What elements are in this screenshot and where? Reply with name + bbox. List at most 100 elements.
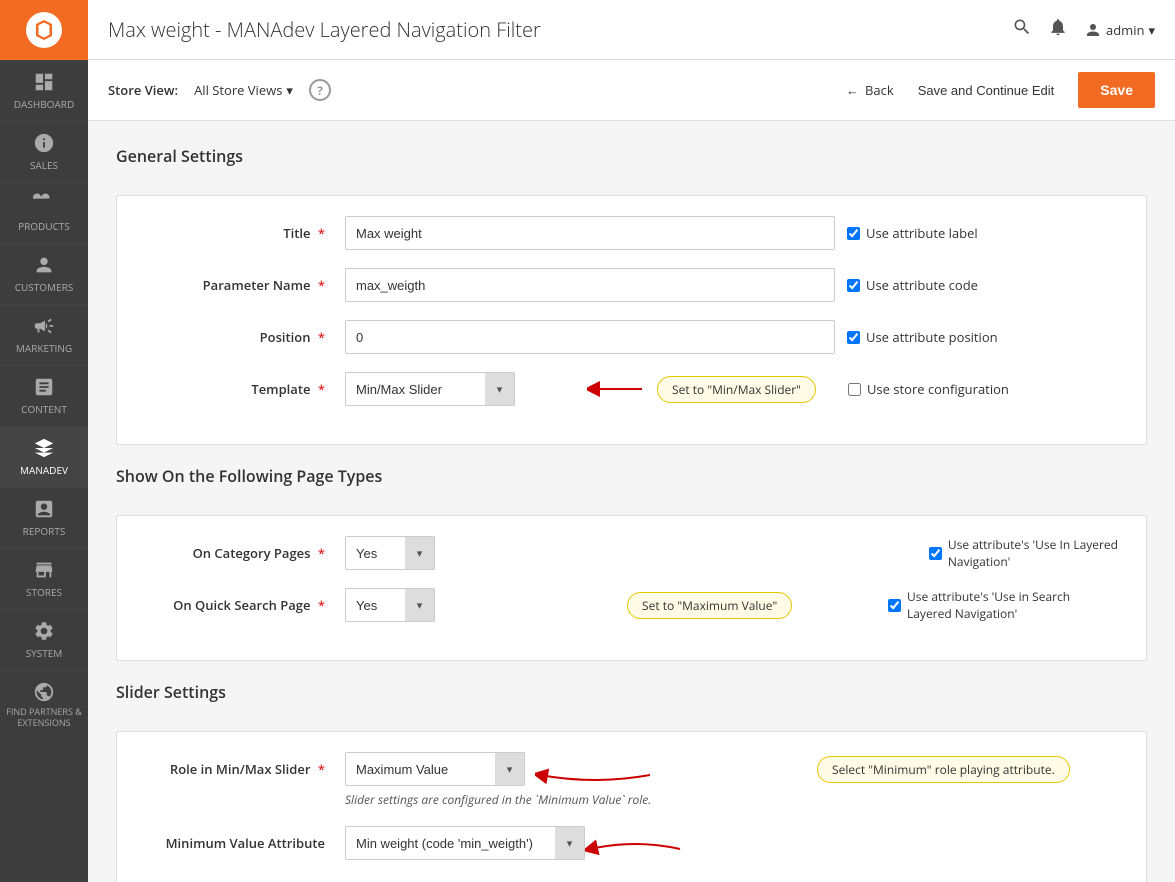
store-view-dropdown[interactable]: All Store Views ▾ [194,81,293,99]
back-arrow-icon: ← [846,81,859,99]
min-attr-select-arrow: ▾ [555,826,585,860]
save-continue-button[interactable]: Save and Continue Edit [906,75,1067,106]
category-layered-checkbox[interactable] [929,547,942,560]
title-checkbox[interactable] [847,227,860,240]
position-checkbox-label[interactable]: Use attribute position [847,328,998,346]
template-checkbox[interactable] [848,383,861,396]
sidebar-item-system-label: SYSTEM [26,646,63,660]
template-label: Template * [145,380,345,398]
template-annotation-area: Set to "Min/Max Slider" [587,376,816,403]
sidebar-item-content-label: CONTENT [21,402,67,416]
topbar: Max weight - MANAdev Layered Navigation … [88,0,1175,60]
quick-search-checkbox-group: Use attribute's 'Use in Search Layered N… [888,588,1118,622]
sidebar-item-sales-label: SALES [30,158,58,172]
role-row: Role in Min/Max Slider * Maximum Value M… [145,752,1118,808]
role-subtext: Slider settings are configured in the `M… [345,791,651,808]
param-input[interactable] [345,268,835,302]
template-select-wrap: Min/Max Slider Dropdown Slider ▾ [345,372,515,406]
role-subtext-wrap: Slider settings are configured in the `M… [145,790,1118,808]
general-settings-title: General Settings [116,145,1147,175]
sidebar: DASHBOARD SALES PRODUCTS CUSTOMERS MARKE… [0,0,88,882]
sidebar-item-products[interactable]: PRODUCTS [0,182,88,243]
position-row: Position * Use attribute position [145,320,1118,354]
position-checkbox[interactable] [847,331,860,344]
position-label: Position * [145,328,345,346]
quick-search-annotation: Set to "Maximum Value" [627,592,792,619]
template-checkbox-label[interactable]: Use store configuration [848,380,1009,398]
role-select-wrap: Maximum Value Minimum Value ▾ [345,752,525,786]
role-annotation-area: Select "Minimum" role playing attribute. [817,756,1070,783]
min-attr-select[interactable]: Min weight (code 'min_weigth') [345,826,585,860]
magento-logo[interactable] [0,0,88,60]
min-attr-arrow-svg [585,834,685,864]
category-select-arrow: ▾ [405,536,435,570]
sidebar-item-reports[interactable]: REPORTS [0,487,88,548]
min-attr-label: Minimum Value Attribute [145,834,345,852]
min-attr-arrow-container [585,834,685,868]
actionbar: Store View: All Store Views ▾ ? ← Back S… [88,60,1175,121]
back-label: Back [865,81,894,99]
role-label: Role in Min/Max Slider * [145,760,345,778]
quick-search-layered-checkbox[interactable] [888,599,901,612]
category-pages-row: On Category Pages * Yes No ▾ [145,536,1118,570]
category-checkbox-text: Use attribute's 'Use In Layered Navigati… [948,536,1118,570]
sidebar-item-customers-label: CUSTOMERS [15,280,74,294]
sidebar-item-manadev[interactable]: MANADEV [0,426,88,487]
actionbar-right: ← Back Save and Continue Edit Save [846,72,1155,108]
quick-search-label: On Quick Search Page * [145,596,345,614]
save-button[interactable]: Save [1078,72,1155,108]
role-field: Maximum Value Minimum Value ▾ Select "Mi… [345,752,1118,786]
user-dropdown-arrow: ▾ [1148,21,1155,39]
sidebar-item-content[interactable]: CONTENT [0,365,88,426]
sidebar-item-reports-label: REPORTS [23,524,66,538]
sidebar-item-marketing[interactable]: MARKETING [0,304,88,365]
title-required: * [318,224,325,242]
category-checkbox-group: Use attribute's 'Use In Layered Navigati… [929,536,1118,570]
sidebar-item-customers[interactable]: CUSTOMERS [0,243,88,304]
sidebar-item-stores-label: STORES [26,585,62,599]
template-arrow-svg [587,377,647,401]
role-required: * [318,760,325,778]
title-row: Title * Use attribute label [145,216,1118,250]
role-annotation: Select "Minimum" role playing attribute. [817,756,1070,783]
position-required: * [318,328,325,346]
sidebar-item-stores[interactable]: STORES [0,548,88,609]
min-attr-select-wrap: Min weight (code 'min_weigth') ▾ [345,826,585,860]
user-menu[interactable]: admin ▾ [1084,21,1155,39]
template-annotation: Set to "Min/Max Slider" [657,376,816,403]
bell-icon[interactable] [1048,17,1068,43]
sidebar-item-find-partners[interactable]: FIND PARTNERS & EXTENSIONS [0,670,88,739]
position-field: Use attribute position [345,320,1118,354]
param-field: Use attribute code [345,268,1118,302]
param-checkbox-label[interactable]: Use attribute code [847,276,978,294]
help-icon[interactable]: ? [309,79,331,101]
sidebar-item-manadev-label: MANADEV [20,463,68,477]
general-settings-form: Title * Use attribute label Parameter Na… [116,195,1147,445]
back-button[interactable]: ← Back [846,81,894,99]
show-on-pages-title: Show On the Following Page Types [116,465,1147,495]
param-label: Parameter Name * [145,276,345,294]
search-icon[interactable] [1012,17,1032,43]
min-attr-field: Min weight (code 'min_weigth') ▾ [345,826,1118,860]
quick-search-select-arrow: ▾ [405,588,435,622]
quick-search-required: * [318,596,325,614]
title-checkbox-label[interactable]: Use attribute label [847,224,978,242]
param-checkbox[interactable] [847,279,860,292]
user-name: admin [1106,21,1144,39]
position-input[interactable] [345,320,835,354]
quick-search-select-wrap: Yes No ▾ [345,588,435,622]
title-input[interactable] [345,216,835,250]
sidebar-item-sales[interactable]: SALES [0,121,88,182]
slider-settings-title: Slider Settings [116,681,1147,711]
quick-search-checkbox-text: Use attribute's 'Use in Search Layered N… [907,588,1070,622]
slider-settings-form: Role in Min/Max Slider * Maximum Value M… [116,731,1147,882]
sidebar-item-system[interactable]: SYSTEM [0,609,88,670]
sidebar-item-dashboard[interactable]: DASHBOARD [0,60,88,121]
topbar-icons: admin ▾ [1012,17,1155,43]
template-row: Template * Min/Max Slider Dropdown Slide… [145,372,1118,406]
quick-search-row: On Quick Search Page * Yes No ▾ Set [145,588,1118,622]
role-select-arrow: ▾ [495,752,525,786]
main-content: Max weight - MANAdev Layered Navigation … [88,0,1175,882]
quick-search-annotation-area: Set to "Maximum Value" [627,592,792,619]
category-pages-field: Yes No ▾ Use attribute's 'Use In Layered… [345,536,1118,570]
